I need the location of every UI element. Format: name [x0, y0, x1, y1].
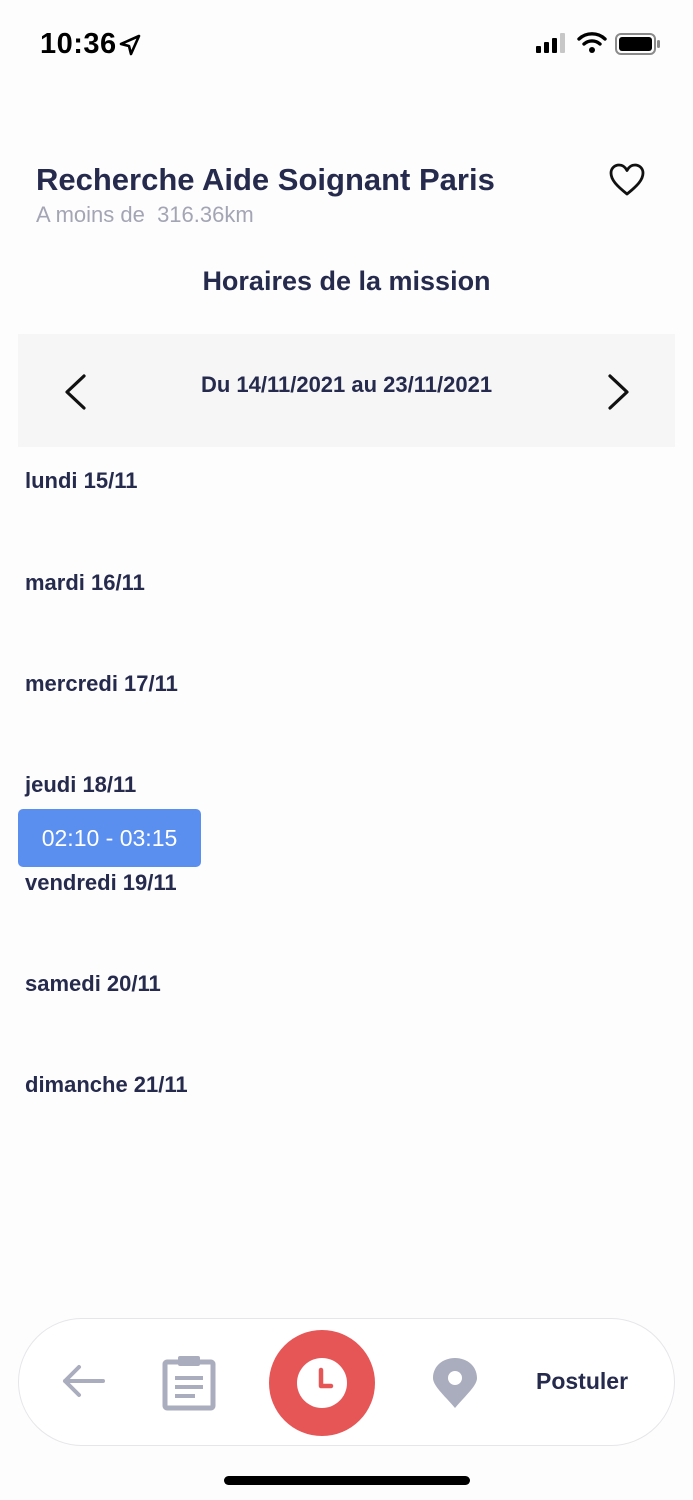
- distance-subtitle: A moins de 316.36km: [36, 202, 254, 227]
- day-label-friday: vendredi 19/11: [25, 870, 177, 895]
- bottom-navigation: Postuler: [18, 1318, 675, 1446]
- day-label-thursday: jeudi 18/11: [25, 772, 137, 797]
- apply-button[interactable]: Postuler: [536, 1368, 628, 1395]
- clipboard-icon[interactable]: [161, 1354, 217, 1412]
- status-time: 10:36: [40, 28, 117, 60]
- day-label-tuesday: mardi 16/11: [25, 570, 145, 595]
- date-range-bar: Du 14/11/2021 au 23/11/2021: [18, 334, 675, 447]
- wifi-icon: [577, 32, 607, 53]
- status-bar: 10:36: [0, 0, 693, 90]
- schedule-tab-button[interactable]: [269, 1330, 375, 1436]
- day-label-monday: lundi 15/11: [25, 468, 138, 493]
- day-label-wednesday: mercredi 17/11: [25, 671, 178, 696]
- schedule-heading: Horaires de la mission: [202, 266, 491, 296]
- battery-icon: [615, 33, 660, 55]
- time-slot-button[interactable]: 02:10 - 03:15: [18, 809, 201, 867]
- clock-icon: [297, 1358, 347, 1408]
- date-range-label: Du 14/11/2021 au 23/11/2021: [200, 372, 493, 397]
- location-arrow-icon: [119, 34, 141, 56]
- chevron-right-icon[interactable]: [606, 372, 632, 412]
- heart-icon[interactable]: [609, 163, 645, 197]
- cellular-signal-icon: [536, 33, 565, 53]
- back-arrow-icon[interactable]: [61, 1363, 105, 1399]
- page-title: Recherche Aide Soignant Paris: [36, 162, 495, 197]
- home-indicator: [224, 1476, 470, 1485]
- day-label-saturday: samedi 20/11: [25, 971, 161, 996]
- location-pin-icon[interactable]: [431, 1356, 479, 1410]
- day-label-sunday: dimanche 21/11: [25, 1072, 188, 1097]
